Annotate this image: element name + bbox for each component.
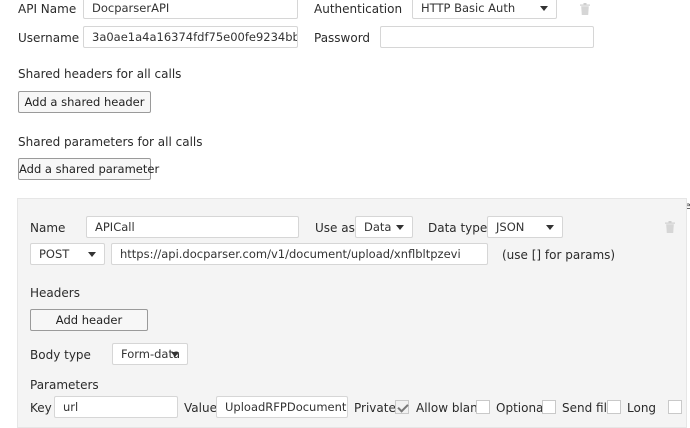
use-as-value: Data — [364, 220, 392, 234]
add-shared-parameter-button[interactable]: Add a shared parameter — [18, 158, 159, 180]
param-key-input[interactable]: url — [54, 396, 178, 418]
password-label: Password — [314, 31, 371, 45]
private-checkbox[interactable] — [395, 400, 409, 414]
add-header-button[interactable]: Add header — [30, 309, 148, 331]
optional-checkbox[interactable] — [542, 400, 556, 414]
data-type-label: Data type — [428, 221, 488, 235]
headers-title: Headers — [30, 286, 80, 300]
username-input[interactable]: 3a0ae1a4a16374fdf75e00fe9234bba7c565 — [83, 26, 298, 48]
body-type-label: Body type — [30, 348, 91, 362]
send-file-checkbox[interactable] — [607, 400, 621, 414]
username-label: Username — [18, 31, 80, 45]
authentication-value: HTTP Basic Auth — [421, 1, 516, 15]
use-as-select[interactable]: Data — [355, 216, 413, 238]
add-shared-header-button[interactable]: Add a shared header — [18, 91, 151, 113]
use-as-label: Use as — [315, 221, 355, 235]
api-name-input[interactable]: DocparserAPI — [83, 0, 298, 19]
optional-label: Optional — [496, 401, 547, 415]
method-select[interactable]: POST — [30, 243, 105, 265]
allow-blank-checkbox[interactable] — [476, 400, 490, 414]
password-input[interactable] — [380, 26, 594, 48]
shared-headers-title: Shared headers for all calls — [18, 67, 182, 81]
long-label: Long — [627, 401, 657, 415]
api-name-label: API Name — [18, 2, 77, 16]
data-type-select[interactable]: JSON — [487, 216, 563, 238]
body-type-select[interactable]: Form-data — [112, 343, 188, 365]
chevron-down-icon — [546, 225, 554, 230]
authentication-select[interactable]: HTTP Basic Auth — [412, 0, 557, 19]
param-value-input[interactable]: UploadRFPDocument's url — [216, 396, 348, 418]
param-value-label: Value — [184, 401, 217, 415]
shared-parameters-title: Shared parameters for all calls — [18, 135, 203, 149]
chevron-down-icon — [88, 252, 96, 257]
method-value: POST — [39, 247, 70, 261]
parameters-title: Parameters — [30, 378, 99, 392]
call-name-label: Name — [30, 221, 66, 235]
url-params-hint: (use [] for params) — [502, 248, 616, 262]
data-type-value: JSON — [496, 220, 525, 234]
param-key-label: Key — [30, 401, 52, 415]
chevron-down-icon — [171, 352, 179, 357]
url-input[interactable]: https://api.docparser.com/v1/document/up… — [111, 243, 488, 265]
allow-blank-label: Allow blank — [416, 401, 485, 415]
chevron-down-icon — [396, 225, 404, 230]
chevron-down-icon — [540, 6, 548, 11]
long-checkbox[interactable] — [668, 400, 682, 414]
trash-icon[interactable] — [665, 221, 675, 233]
private-label: Private — [354, 401, 396, 415]
authentication-label: Authentication — [314, 2, 403, 16]
call-name-input[interactable]: APICall — [86, 216, 299, 238]
trash-icon[interactable] — [580, 3, 590, 15]
